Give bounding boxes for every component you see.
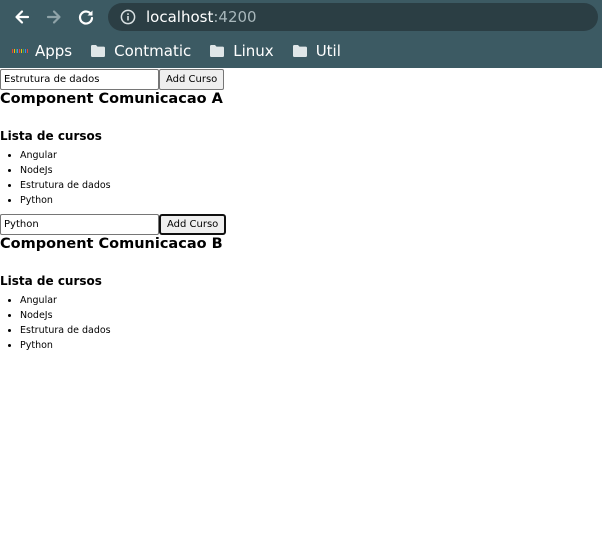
folder-icon — [292, 44, 308, 58]
course-list: Angular NodeJs Estrutura de dados Python — [0, 148, 602, 208]
component-title: Component Comunicacao A — [0, 91, 223, 107]
bookmark-linux[interactable]: Linux — [209, 42, 274, 60]
course-input[interactable] — [0, 68, 159, 90]
component-a: Add Curso Component Comunicacao A Lista … — [0, 68, 602, 208]
apps-grid-icon — [12, 44, 27, 59]
info-icon[interactable] — [116, 9, 140, 25]
address-bar[interactable]: localhost:4200 — [108, 3, 598, 31]
page-content: Add Curso Component Comunicacao A Lista … — [0, 68, 602, 353]
course-list-title: Lista de cursos — [0, 274, 102, 288]
url-port: :4200 — [213, 8, 257, 26]
arrow-left-icon — [15, 10, 30, 24]
add-course-form: Add Curso — [0, 213, 602, 235]
browser-toolbar: localhost:4200 — [0, 0, 602, 34]
add-course-form: Add Curso — [0, 68, 602, 90]
add-course-button[interactable]: Add Curso — [159, 68, 225, 90]
folder-icon — [209, 44, 225, 58]
reload-icon — [78, 10, 94, 25]
bookmark-label: Contmatic — [114, 42, 192, 60]
reload-button[interactable] — [70, 0, 102, 34]
course-list: Angular NodeJs Estrutura de dados Python — [0, 293, 602, 353]
component-b: Add Curso Component Comunicacao B Lista … — [0, 213, 602, 353]
course-list-title: Lista de cursos — [0, 129, 102, 143]
bookmark-util[interactable]: Util — [292, 42, 341, 60]
course-input[interactable] — [0, 213, 159, 235]
url-host: localhost — [146, 8, 214, 26]
browser-chrome: localhost:4200 Apps Contmatic Linux Uti… — [0, 0, 602, 68]
folder-icon — [90, 44, 106, 58]
list-item: Python — [20, 193, 602, 208]
add-course-button[interactable]: Add Curso — [159, 213, 227, 235]
bookmark-apps[interactable]: Apps — [12, 42, 72, 60]
bookmarks-bar: Apps Contmatic Linux Util — [0, 34, 602, 68]
list-item: NodeJs — [20, 308, 602, 323]
bookmark-label: Apps — [35, 42, 73, 60]
bookmark-contmatic[interactable]: Contmatic — [90, 42, 191, 60]
bookmark-label: Linux — [233, 42, 274, 60]
list-item: Angular — [20, 293, 602, 308]
list-item: Estrutura de dados — [20, 178, 602, 193]
arrow-right-icon — [46, 10, 61, 24]
back-button[interactable] — [6, 0, 38, 34]
bookmark-label: Util — [315, 42, 341, 60]
list-item: Estrutura de dados — [20, 323, 602, 338]
forward-button[interactable] — [38, 0, 70, 34]
list-item: NodeJs — [20, 163, 602, 178]
list-item: Python — [20, 338, 602, 353]
component-title: Component Comunicacao B — [0, 236, 223, 252]
list-item: Angular — [20, 148, 602, 163]
